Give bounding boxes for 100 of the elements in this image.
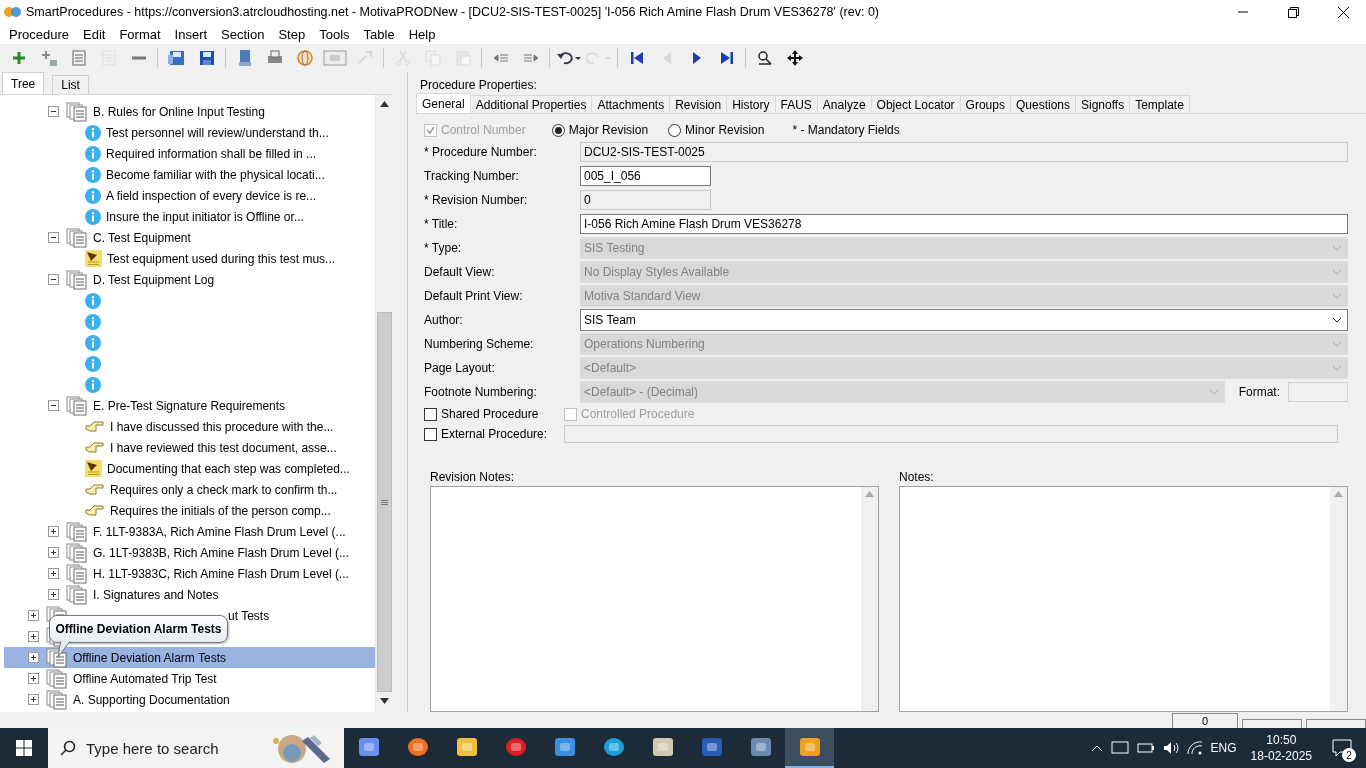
menu-item[interactable]: Edit — [76, 24, 113, 44]
tree-item[interactable]: Requires the initials of the person comp... — [108, 502, 333, 519]
text-field[interactable]: 005_I_056 — [580, 166, 711, 186]
menu-item[interactable]: Insert — [167, 24, 215, 44]
battery-icon[interactable] — [1136, 742, 1155, 754]
external-procedure-field[interactable] — [564, 425, 1338, 443]
scrollbar-thumb[interactable] — [377, 312, 392, 692]
tree-row[interactable]: Test equipment used during this test mus... — [4, 248, 375, 269]
tree-row[interactable]: I. Signatures and Notes — [4, 584, 375, 605]
tab[interactable]: History — [726, 95, 776, 113]
tree-item[interactable]: D. Test Equipment Log — [91, 271, 217, 288]
menu-item[interactable]: Format — [112, 24, 168, 44]
chevron-down-icon[interactable] — [1332, 317, 1342, 323]
tab[interactable]: Analyze — [816, 95, 872, 113]
revision-radio[interactable]: Minor Revision — [668, 123, 765, 137]
menu-item[interactable]: Tools — [312, 24, 357, 44]
tab[interactable]: Questions — [1009, 95, 1076, 113]
tree-row[interactable]: E. Pre-Test Signature Requirements — [4, 395, 375, 416]
tab[interactable]: Groups — [959, 95, 1011, 113]
tree-row[interactable]: Requires only a check mark to confirm th... — [4, 479, 375, 500]
checkbox[interactable]: Shared Procedure — [424, 407, 539, 421]
menu-item[interactable]: Help — [401, 24, 443, 44]
tree-item[interactable]: I. Signatures and Notes — [91, 586, 221, 603]
wifi-icon[interactable] — [1186, 741, 1203, 755]
tree-item[interactable]: Required information shall be filled in ... — [104, 145, 319, 162]
menu-item[interactable]: Procedure — [2, 24, 76, 44]
expand-icon[interactable] — [28, 673, 39, 684]
tree-row[interactable]: Required information shall be filled in ... — [4, 143, 375, 164]
tree-row[interactable]: A. Supporting Documentation — [4, 689, 375, 710]
tab[interactable]: Object Locator — [870, 95, 961, 113]
revision-radio[interactable]: Major Revision — [551, 123, 649, 137]
clock[interactable]: 10:50 18-02-2025 — [1244, 732, 1318, 764]
collapse-icon[interactable] — [48, 106, 59, 117]
tree-item[interactable]: ut Tests — [226, 607, 272, 624]
collapse-icon[interactable] — [48, 232, 59, 243]
menu-item[interactable]: Section — [214, 24, 272, 44]
tree-row[interactable]: B. Rules for Online Input Testing — [4, 101, 375, 122]
text-field[interactable]: I-056 Rich Amine Flash Drum VES36278 — [580, 214, 1348, 234]
menu-item[interactable]: Table — [356, 24, 402, 44]
tree-row[interactable]: Offline Deviation Alarm Tests — [4, 647, 375, 668]
expand-icon[interactable] — [28, 610, 39, 621]
notification-button[interactable]: 2 — [1326, 728, 1358, 768]
tree-item[interactable]: F. 1LT-9383A, Rich Amine Flash Drum Level (... — [91, 523, 348, 540]
tree-item[interactable]: A field inspection of every device is re... — [104, 187, 319, 204]
expand-icon[interactable] — [48, 568, 59, 579]
tree-item[interactable]: Become familiar with the physical locati... — [104, 166, 327, 183]
tree-row[interactable]: Test personnel will review/understand th... — [4, 122, 375, 143]
expand-icon[interactable] — [28, 694, 39, 705]
tree-item[interactable]: Offline Automated Trip Test — [71, 670, 219, 687]
tree-row[interactable]: Documenting that each step was completed... — [4, 458, 375, 479]
tree-item[interactable]: H. 1LT-9383C, Rich Amine Flash Drum Level (... — [91, 565, 351, 582]
scroll-down-icon[interactable] — [380, 698, 389, 704]
tab[interactable]: Template — [1129, 95, 1190, 113]
tree-item[interactable]: Insure the input initiator is Offline or... — [104, 208, 306, 225]
tree-row[interactable]: Offline Automated Trip Test — [4, 668, 375, 689]
tree-item[interactable]: G. 1LT-9383B, Rich Amine Flash Drum Level (... — [91, 544, 351, 561]
monitor-icon[interactable] — [1110, 740, 1129, 756]
dropdown-field[interactable]: SIS Team — [580, 309, 1348, 331]
tree-item[interactable]: Documenting that each step was completed... — [105, 460, 352, 477]
tree-row[interactable]: Requires the initials of the person comp... — [4, 500, 375, 521]
tree-item[interactable]: Requires only a check mark to confirm th... — [108, 481, 340, 498]
tree-row[interactable]: I have reviewed this test document, asse... — [4, 437, 375, 458]
notes-field[interactable] — [899, 486, 1348, 712]
tree-item[interactable]: I have discussed this procedure with the... — [108, 418, 336, 435]
tab[interactable]: Tree — [2, 72, 45, 94]
tree-item[interactable]: Offline Deviation Alarm Tests — [71, 649, 228, 666]
tree-item[interactable]: Test equipment used during this test mus... — [105, 250, 338, 267]
tab[interactable]: Additional Properties — [469, 95, 593, 113]
tree-item[interactable]: E. Pre-Test Signature Requirements — [91, 397, 288, 414]
tree-row[interactable]: F. 1LT-9383A, Rich Amine Flash Drum Level (... — [4, 521, 375, 542]
chevron-up-icon[interactable] — [1090, 744, 1103, 752]
menu-item[interactable]: Step — [271, 24, 313, 44]
expand-icon[interactable] — [28, 652, 39, 663]
checkbox[interactable]: External Procedure: — [424, 427, 548, 441]
tree-item[interactable]: C. Test Equipment — [91, 229, 193, 246]
tree-row[interactable]: Insure the input initiator is Offline or... — [4, 206, 375, 227]
language-indicator[interactable]: ENG — [1210, 741, 1237, 755]
tree-row[interactable]: I have discussed this procedure with the... — [4, 416, 375, 437]
tree-row[interactable]: D. Test Equipment Log — [4, 269, 375, 290]
collapse-icon[interactable] — [48, 400, 59, 411]
tree-row[interactable]: Become familiar with the physical locati... — [4, 164, 375, 185]
notes-field[interactable] — [430, 486, 879, 712]
speaker-icon[interactable] — [1162, 741, 1179, 755]
format-field[interactable] — [1288, 382, 1348, 402]
search-field[interactable]: Type here to search — [48, 728, 344, 768]
tab[interactable]: Signoffs — [1075, 95, 1131, 113]
taskbar-button[interactable] — [785, 728, 834, 768]
tree-row[interactable]: G. 1LT-9383B, Rich Amine Flash Drum Level (... — [4, 542, 375, 563]
tree-row[interactable]: A field inspection of every device is re... — [4, 185, 375, 206]
tree-row[interactable]: H. 1LT-9383C, Rich Amine Flash Drum Level (... — [4, 563, 375, 584]
expand-icon[interactable] — [48, 547, 59, 558]
tab[interactable]: List — [52, 75, 89, 94]
expand-icon[interactable] — [48, 589, 59, 600]
tree-item[interactable]: A. Supporting Documentation — [71, 691, 232, 708]
tree-item[interactable]: B. Rules for Online Input Testing — [91, 103, 267, 120]
tree-row[interactable]: C. Test Equipment — [4, 227, 375, 248]
collapse-icon[interactable] — [48, 274, 59, 285]
tree-item[interactable]: Test personnel will review/understand th... — [104, 124, 331, 141]
tab[interactable]: General — [416, 93, 471, 113]
tree-item[interactable]: I have reviewed this test document, asse... — [108, 439, 339, 456]
